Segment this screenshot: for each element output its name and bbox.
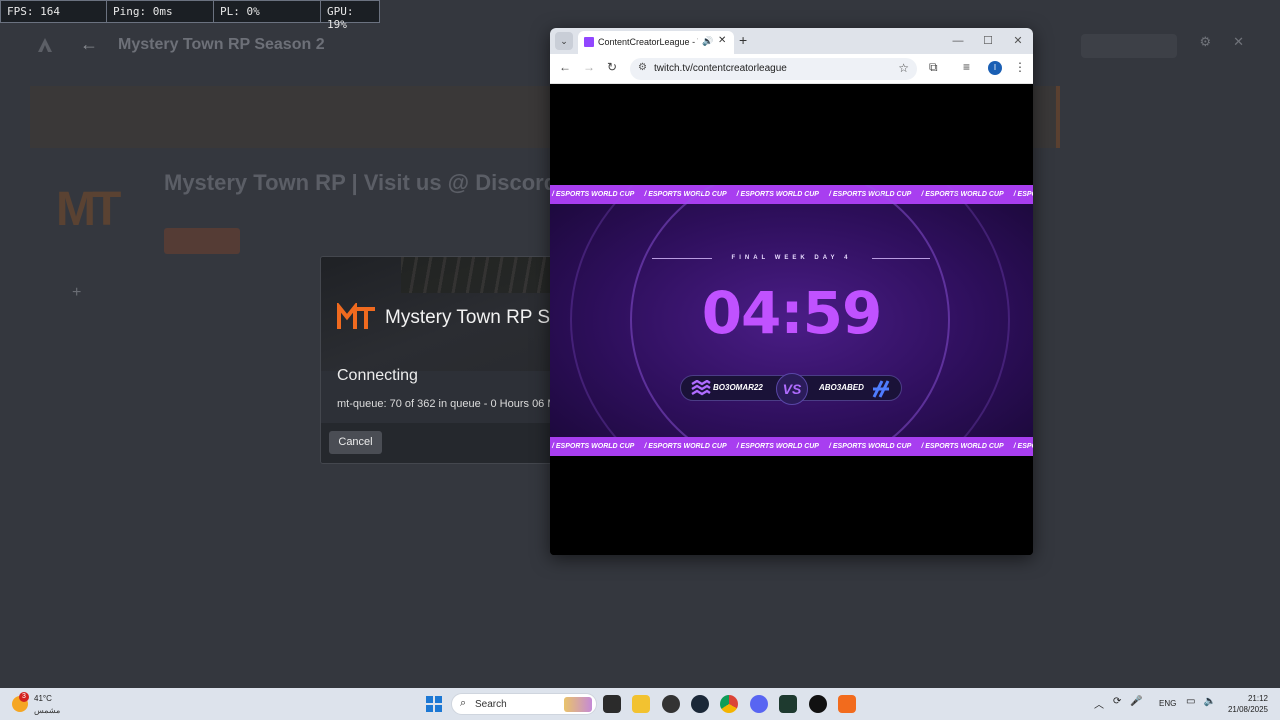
- team-left-logo-icon: [691, 380, 711, 396]
- site-info-icon[interactable]: ⚙: [638, 62, 647, 73]
- back-icon[interactable]: ←: [559, 60, 571, 74]
- task-view-icon[interactable]: [603, 695, 621, 713]
- address-bar[interactable]: ⚙ twitch.tv/contentcreatorleague ☆: [630, 58, 917, 80]
- reload-icon[interactable]: ↻: [607, 60, 617, 74]
- tab-strip: ⌄ ContentCreatorLeague - Tw 🔊 ✕ + — ☐ ✕: [550, 28, 1033, 54]
- page-title: Mystery Town RP Season 2: [118, 36, 325, 53]
- clock-date: 21/08/2025: [1227, 705, 1268, 714]
- taskbar-search[interactable]: ⌕ Search: [451, 693, 597, 715]
- settings-gear-icon[interactable]: ⚙: [1199, 34, 1211, 58]
- new-tab-icon[interactable]: +: [739, 32, 747, 48]
- ticker-item: / ESPORTS WORLD CUP: [1013, 443, 1033, 450]
- extensions-icon[interactable]: ⧉: [929, 60, 938, 75]
- event-label: FINAL WEEK DAY 4: [731, 255, 852, 261]
- media-controls-icon[interactable]: ≡: [963, 60, 970, 74]
- taskbar: 3 41°C مشمس ⌕ Search ︿ ⟳ 🎤 ENG ▭ 🔈 21:12…: [0, 688, 1280, 720]
- mt-logo-icon: [337, 303, 375, 329]
- weather-description: مشمس: [34, 706, 61, 715]
- countdown-timer: 04:59: [701, 279, 883, 347]
- ticker-item: / ESPORTS WORLD CUP: [1013, 191, 1033, 198]
- bookmark-star-icon[interactable]: ☆: [898, 61, 909, 75]
- window-close-icon[interactable]: ✕: [1003, 28, 1033, 54]
- video-player[interactable]: / ESPORTS WORLD CUP / ESPORTS WORLD CUP …: [550, 85, 1033, 555]
- clock[interactable]: 21:12 21/08/2025: [1228, 693, 1268, 715]
- audio-playing-icon[interactable]: 🔊: [702, 36, 713, 47]
- ticker-item: / ESPORTS WORLD CUP: [921, 443, 1004, 450]
- system-tray: ︿ ⟳ 🎤: [1094, 696, 1143, 711]
- chrome-icon[interactable]: [720, 695, 738, 713]
- ping-readout: Ping: 0ms: [107, 1, 214, 22]
- fps-readout: FPS: 164: [1, 1, 107, 22]
- twitch-favicon-icon: [584, 37, 594, 47]
- connection-status: Connecting: [337, 367, 418, 384]
- maximize-icon[interactable]: ☐: [973, 28, 1003, 54]
- team-left-name: BO3OMAR22: [713, 383, 763, 392]
- minimize-icon[interactable]: —: [943, 28, 973, 54]
- launcher-top-actions: ⚙ ✕: [1081, 34, 1244, 58]
- profile-avatar[interactable]: I: [988, 61, 1002, 75]
- vs-badge: VS: [776, 373, 808, 405]
- obs-icon[interactable]: [809, 695, 827, 713]
- forward-icon[interactable]: →: [583, 60, 595, 74]
- back-arrow-icon[interactable]: ←: [80, 34, 98, 55]
- server-logo-icon: MT: [56, 183, 121, 236]
- temperature: 41°C: [34, 694, 52, 703]
- clock-time: 21:12: [1247, 694, 1268, 703]
- chevron-up-icon[interactable]: ︿: [1094, 696, 1104, 711]
- packet-loss-readout: PL: 0%: [214, 1, 321, 22]
- steam-icon[interactable]: [691, 695, 709, 713]
- search-placeholder: Search: [475, 699, 507, 710]
- team-right-name: ABO3ABED: [819, 383, 864, 392]
- menu-kebab-icon[interactable]: ⋮: [1014, 60, 1026, 74]
- ticker-item: / ESPORTS WORLD CUP: [644, 443, 727, 450]
- server-title: Mystery Town RP | Visit us @ Discord.gg/…: [164, 170, 615, 195]
- file-explorer-icon[interactable]: [632, 695, 650, 713]
- play-button[interactable]: [164, 228, 240, 254]
- stream-frame: / ESPORTS WORLD CUP / ESPORTS WORLD CUP …: [550, 185, 1033, 456]
- window-controls: — ☐ ✕: [943, 28, 1033, 54]
- browser-toolbar: ← → ↻ ⚙ twitch.tv/contentcreatorleague ☆…: [550, 54, 1033, 84]
- bottom-ticker: / ESPORTS WORLD CUP / ESPORTS WORLD CUP …: [550, 437, 1033, 456]
- browser-window: ⌄ ContentCreatorLeague - Tw 🔊 ✕ + — ☐ ✕ …: [550, 28, 1033, 555]
- add-icon[interactable]: +: [72, 284, 81, 302]
- tab-close-icon[interactable]: ✕: [718, 35, 726, 46]
- active-tab[interactable]: ContentCreatorLeague - Tw 🔊 ✕: [578, 31, 734, 54]
- volume-icon[interactable]: 🔈: [1203, 696, 1215, 707]
- team-right-logo-icon: [872, 380, 890, 398]
- url-text[interactable]: twitch.tv/contentcreatorleague: [654, 63, 787, 74]
- windows-start-icon[interactable]: [426, 696, 442, 712]
- discord-icon[interactable]: [750, 695, 768, 713]
- search-icon: ⌕: [460, 697, 467, 709]
- launcher-logo-icon: [38, 38, 52, 52]
- ticker-item: / ESPORTS WORLD CUP: [736, 443, 819, 450]
- github-desktop-icon[interactable]: [662, 695, 680, 713]
- altv-launcher-icon[interactable]: [838, 695, 856, 713]
- network-icon[interactable]: ▭: [1186, 696, 1195, 707]
- terminal-icon[interactable]: [779, 695, 797, 713]
- language-indicator[interactable]: ENG: [1159, 699, 1176, 708]
- performance-overlay: FPS: 164 Ping: 0ms PL: 0% GPU: 19%: [0, 0, 380, 31]
- tab-title: ContentCreatorLeague - Tw: [598, 37, 698, 47]
- cancel-button[interactable]: Cancel: [329, 431, 382, 454]
- tab-search-icon[interactable]: ⌄: [555, 32, 573, 50]
- close-icon[interactable]: ✕: [1233, 34, 1244, 58]
- ticker-item: / ESPORTS WORLD CUP: [552, 443, 635, 450]
- ticker-item: / ESPORTS WORLD CUP: [828, 443, 912, 450]
- queue-position: mt-queue: 70 of 362 in queue - 0 Hours 0…: [337, 398, 572, 410]
- microphone-icon[interactable]: 🎤: [1130, 696, 1142, 711]
- search-highlight-art: [564, 697, 592, 712]
- matchup-bar: BO3OMAR22 VS ABO3ABED: [680, 373, 902, 405]
- gpu-readout: GPU: 19%: [327, 5, 354, 31]
- sync-icon[interactable]: ⟳: [1113, 696, 1121, 711]
- launcher-action-button[interactable]: [1081, 34, 1178, 58]
- notification-badge: 3: [19, 692, 29, 702]
- status-icons: ▭ 🔈: [1186, 696, 1216, 707]
